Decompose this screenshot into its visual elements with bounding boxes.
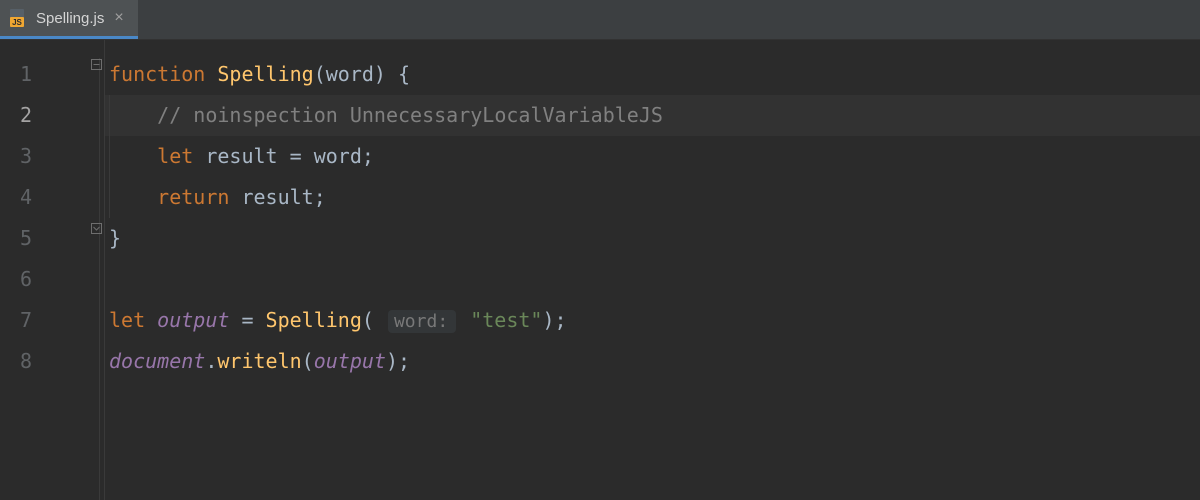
line-number[interactable]: 5: [0, 218, 50, 259]
code-line[interactable]: document.writeln(output);: [105, 341, 1200, 382]
punctuation: ): [542, 308, 554, 332]
js-file-icon: JS: [10, 9, 28, 27]
global-object: document: [109, 349, 205, 373]
indent-guide: [109, 177, 110, 218]
identifier: result: [205, 144, 277, 168]
keyword: function: [109, 62, 205, 86]
line-number[interactable]: 8: [0, 341, 50, 382]
punctuation: }: [109, 226, 121, 250]
line-number[interactable]: 4: [0, 177, 50, 218]
line-number[interactable]: 7: [0, 300, 50, 341]
identifier: result: [241, 185, 313, 209]
function-name: Spelling: [217, 62, 313, 86]
tab-bar: JS Spelling.js ×: [0, 0, 1200, 40]
code-line[interactable]: let result = word;: [105, 136, 1200, 177]
keyword: return: [157, 185, 229, 209]
variable: output: [314, 349, 386, 373]
code-line[interactable]: // noinspection UnnecessaryLocalVariable…: [105, 95, 1200, 136]
code-line[interactable]: let output = Spelling( word: "test");: [105, 300, 1200, 341]
function-call: Spelling: [266, 308, 362, 332]
operator: =: [278, 144, 314, 168]
punctuation: {: [386, 62, 410, 86]
identifier: word: [314, 144, 362, 168]
fold-end-icon[interactable]: [90, 222, 103, 235]
punctuation: ;: [362, 144, 374, 168]
punctuation: ;: [555, 308, 567, 332]
punctuation: ): [374, 62, 386, 86]
punctuation: (: [362, 308, 374, 332]
code-area[interactable]: function Spelling(word) { // noinspectio…: [105, 40, 1200, 500]
operator: =: [229, 308, 265, 332]
comment: // noinspection UnnecessaryLocalVariable…: [157, 103, 663, 127]
code-line[interactable]: return result;: [105, 177, 1200, 218]
punctuation: (: [302, 349, 314, 373]
indent-guide: [109, 136, 110, 177]
line-number[interactable]: 6: [0, 259, 50, 300]
punctuation: ;: [314, 185, 326, 209]
line-number[interactable]: 1: [0, 54, 50, 95]
line-number[interactable]: 2: [0, 95, 50, 136]
string-literal: "test": [470, 308, 542, 332]
variable: output: [157, 308, 229, 332]
method-name: writeln: [217, 349, 301, 373]
punctuation: .: [205, 349, 217, 373]
parameter: word: [326, 62, 374, 86]
keyword: let: [157, 144, 193, 168]
fold-guide-line: [99, 58, 100, 500]
line-number-gutter: 1 2 3 4 5 6 7 8: [0, 40, 50, 500]
punctuation: ): [386, 349, 398, 373]
file-tab[interactable]: JS Spelling.js ×: [0, 0, 138, 39]
indent-guide: [109, 95, 110, 136]
code-line[interactable]: [105, 259, 1200, 300]
keyword: let: [109, 308, 145, 332]
svg-text:JS: JS: [12, 18, 22, 27]
punctuation: (: [314, 62, 326, 86]
editor: 1 2 3 4 5 6 7 8 function Spelling(word) …: [0, 40, 1200, 500]
fold-gutter: [50, 40, 105, 500]
code-line[interactable]: }: [105, 218, 1200, 259]
code-line[interactable]: function Spelling(word) {: [105, 54, 1200, 95]
close-icon[interactable]: ×: [112, 9, 125, 27]
parameter-hint: word:: [388, 310, 456, 333]
tab-filename: Spelling.js: [36, 10, 104, 27]
line-number[interactable]: 3: [0, 136, 50, 177]
fold-collapse-icon[interactable]: [90, 58, 103, 71]
punctuation: ;: [398, 349, 410, 373]
